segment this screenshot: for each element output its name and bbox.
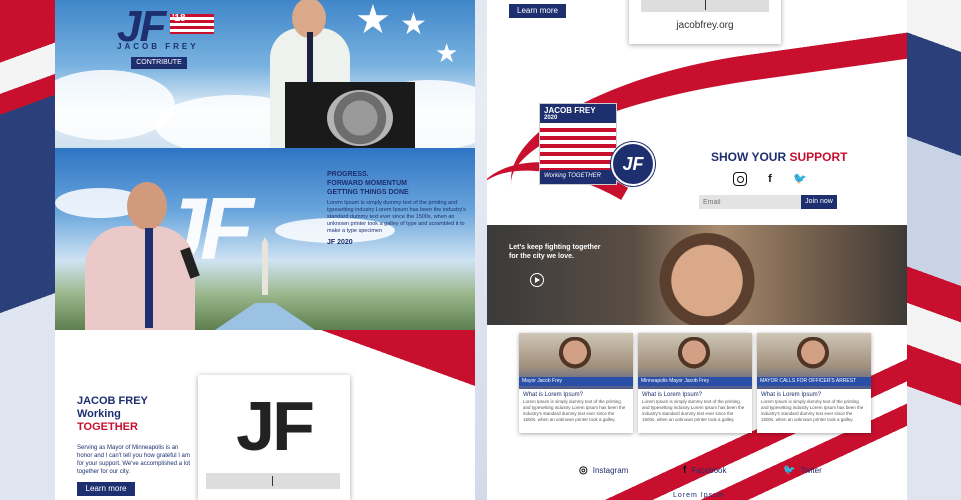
speaker-tie	[145, 228, 153, 328]
support-prefix: SHOW YOUR	[711, 150, 790, 164]
website-input-bar[interactable]	[641, 0, 769, 12]
heading-working: Working	[77, 408, 121, 420]
logo-name-text: JACOB FREY	[117, 42, 199, 51]
tagline-line: PROGRESS.	[327, 171, 369, 178]
campaign-poster: JACOB FREY 2020 Working TOGETHER	[539, 103, 617, 185]
support-social-icons: f 🐦	[733, 172, 807, 186]
facebook-label: Facebook	[691, 466, 727, 475]
tagline-line: GETTING THINGS DONE	[327, 189, 409, 196]
speaker-tie	[307, 32, 313, 87]
campaign-video[interactable]: Let's keep fighting together for the cit…	[487, 225, 907, 325]
heading-name: JACOB FREY	[77, 395, 148, 407]
learn-more-button[interactable]: Learn more	[509, 4, 566, 18]
heading-together: TOGETHER	[77, 421, 138, 433]
star-icon: ★	[355, 0, 391, 42]
hero-podium-section: ★ ★ ★ JF '18 JACOB FREY CONTRIBUTE	[55, 0, 475, 148]
left-mockup-panel: ★ ★ ★ JF '18 JACOB FREY CONTRIBUTE JF PR…	[55, 0, 475, 500]
play-icon[interactable]	[530, 273, 544, 287]
news-title: What is Lorem Ipsum?	[761, 392, 822, 398]
flag-background-left	[0, 0, 60, 500]
star-icon: ★	[435, 38, 459, 68]
hero-momentum-section: JF PROGRESS. FORWARD MOMENTUM GETTING TH…	[55, 148, 475, 330]
flag-background-right	[906, 0, 961, 500]
twitter-icon: 🐦	[783, 465, 796, 476]
instagram-link[interactable]: ◎ Instagram	[579, 465, 628, 476]
facebook-link[interactable]: f Facebook	[683, 465, 726, 476]
instagram-icon[interactable]	[733, 172, 747, 186]
join-now-button[interactable]: Join now	[801, 195, 837, 209]
mayor-message-paragraph: Serving as Mayor of Minneapolis is an ho…	[77, 445, 191, 475]
news-thumbnail: Minneapolis Mayor Jacob Frey	[638, 333, 752, 389]
email-input[interactable]	[699, 195, 801, 209]
facebook-icon[interactable]: f	[763, 172, 777, 186]
working-together-heading: JACOB FREY Working TOGETHER Serving as M…	[77, 395, 192, 476]
news-card[interactable]: Mayor Jacob Frey What is Lorem Ipsum? Lo…	[519, 333, 633, 433]
support-emphasis: SUPPORT	[789, 150, 848, 164]
momentum-body-text: Lorem Ipsum is simply dummy text of the …	[327, 200, 466, 234]
news-thumbnail: MAYOR CALLS FOR OFFICER'S ARREST	[757, 333, 871, 389]
news-thumbnail: Mayor Jacob Frey	[519, 333, 633, 389]
card-input-bar[interactable]	[206, 473, 340, 489]
twitter-link[interactable]: 🐦 Twiter	[783, 465, 822, 476]
speaker-head	[127, 182, 167, 230]
news-description: Lorem Ipsum is simply dummy text of the …	[642, 399, 745, 422]
jf-round-badge: JF	[611, 142, 655, 186]
news-title: What is Lorem Ipsum?	[523, 392, 584, 398]
twitter-label: Twiter	[800, 466, 822, 475]
news-ticker: Minneapolis Mayor Jacob Frey	[638, 377, 752, 386]
show-your-support-heading: SHOW YOUR SUPPORT	[711, 150, 847, 164]
facebook-icon: f	[683, 465, 687, 476]
washington-monument	[262, 237, 268, 295]
logo-year-badge: '18	[170, 14, 214, 34]
contribute-button[interactable]: CONTRIBUTE	[131, 57, 187, 69]
momentum-text-block: PROGRESS. FORWARD MOMENTUM GETTING THING…	[327, 170, 467, 246]
poster-stripes	[540, 128, 616, 173]
news-card[interactable]: MAYOR CALLS FOR OFFICER'S ARREST What is…	[757, 333, 871, 433]
website-url[interactable]: jacobfrey.org	[629, 20, 781, 31]
news-title: What is Lorem Ipsum?	[642, 392, 703, 398]
speaker-figure	[85, 226, 195, 330]
footer-text: Lorem Ipsum	[673, 492, 725, 499]
news-card-row: Mayor Jacob Frey What is Lorem Ipsum? Lo…	[519, 333, 871, 433]
tagline-line: FORWARD MOMENTUM	[327, 180, 407, 187]
poster-footer: Working TOGETHER	[540, 170, 616, 184]
news-thumbnail-face	[678, 337, 710, 371]
news-ticker: Mayor Jacob Frey	[519, 377, 633, 386]
poster-header: JACOB FREY 2020	[540, 104, 616, 123]
jf-2020-label: JF 2020	[327, 239, 353, 246]
card-jf-text: JF	[236, 387, 315, 465]
news-card[interactable]: Minneapolis Mayor Jacob Frey What is Lor…	[638, 333, 752, 433]
star-icon: ★	[400, 8, 427, 41]
instagram-icon: ◎	[579, 465, 588, 476]
video-subject-face	[657, 231, 757, 325]
twitter-icon[interactable]: 🐦	[793, 172, 807, 186]
video-caption-line: Let's keep fighting together	[509, 244, 601, 251]
poster-year: 2020	[544, 115, 558, 121]
news-thumbnail-face	[559, 337, 591, 371]
video-caption: Let's keep fighting together for the cit…	[509, 243, 601, 261]
news-thumbnail-face	[797, 337, 829, 371]
news-description: Lorem Ipsum is simply dummy text of the …	[523, 399, 626, 422]
city-seal-emblem	[327, 90, 393, 146]
video-caption-line: for the city we love.	[509, 253, 574, 260]
reflecting-pool	[215, 303, 315, 330]
news-description: Lorem Ipsum is simply dummy text of the …	[761, 399, 864, 422]
poster-title: JACOB FREY	[544, 106, 596, 115]
news-ticker: MAYOR CALLS FOR OFFICER'S ARREST	[757, 377, 871, 386]
learn-more-button[interactable]: Learn more	[77, 482, 135, 496]
right-mockup-panel: Learn more jacobfrey.org JACOB FREY 2020…	[487, 0, 907, 500]
jf-logo-card: JF	[198, 375, 350, 500]
instagram-label: Instagram	[592, 466, 629, 475]
website-card: jacobfrey.org	[629, 0, 781, 44]
